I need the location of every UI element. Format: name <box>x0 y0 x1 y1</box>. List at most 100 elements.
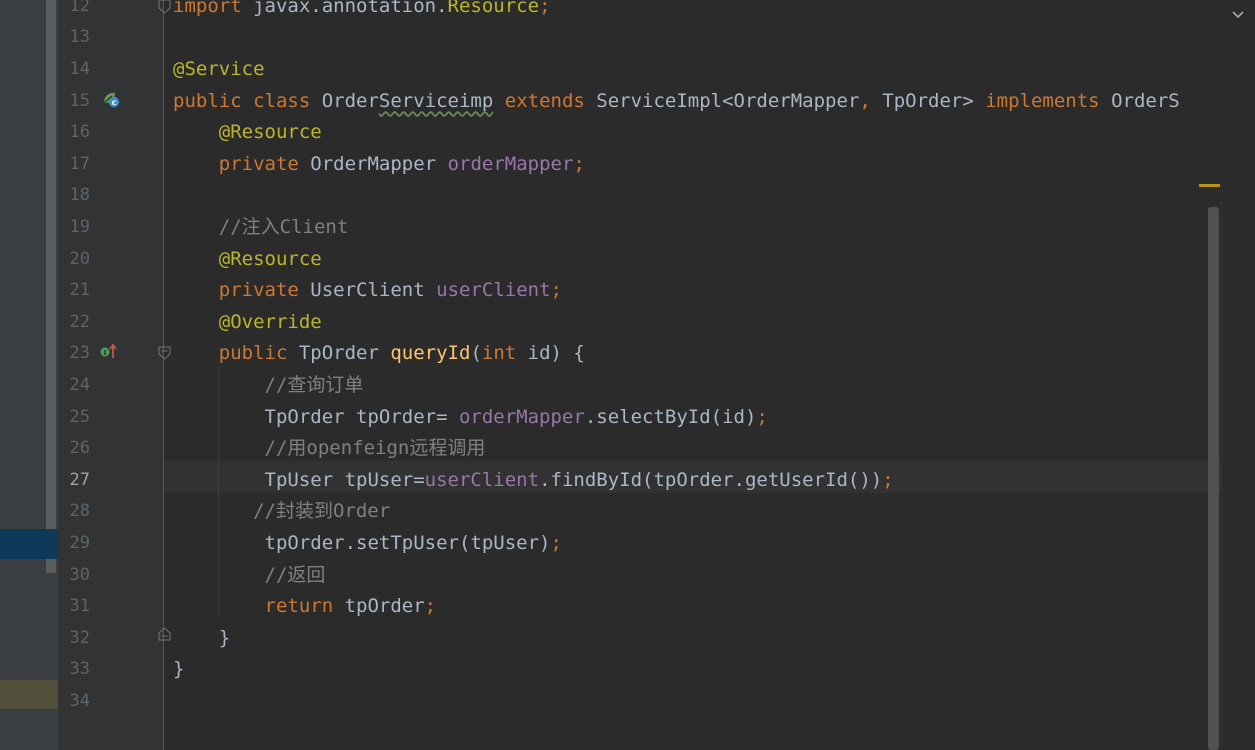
code-line[interactable]: tpOrder.setTpUser(tpUser); <box>173 528 562 560</box>
code-token: public class <box>173 89 322 112</box>
code-line[interactable]: //返回 <box>173 560 326 592</box>
line-number: 21 <box>69 280 90 301</box>
line-number: 26 <box>69 438 90 459</box>
code-line[interactable]: private UserClient userClient; <box>173 275 562 307</box>
code-line[interactable]: //封装到Order <box>173 496 390 528</box>
line-number: 19 <box>69 217 90 237</box>
line-number: 31 <box>69 596 90 617</box>
vertical-scrollbar-thumb[interactable] <box>1208 207 1219 750</box>
code-token: public <box>218 342 299 365</box>
line-number: 33 <box>69 659 90 680</box>
line-number: 15 <box>69 90 90 111</box>
fold-marker-icon[interactable] <box>158 627 171 641</box>
code-token: userClient <box>436 279 551 302</box>
svg-text:I: I <box>104 349 107 357</box>
project-tree-highlighted-row[interactable] <box>0 680 58 709</box>
code-token: ; <box>756 405 768 428</box>
code-line[interactable]: //注入Client <box>173 212 349 244</box>
line-number: 24 <box>69 375 90 395</box>
code-line[interactable]: import javax.annotation.Resource; <box>173 0 551 22</box>
code-token: private <box>218 279 311 302</box>
project-panel-scrollbar[interactable] <box>46 0 56 573</box>
line-number: 27 <box>69 469 90 490</box>
code-token: @Service <box>173 58 265 80</box>
project-tree-selected-row[interactable] <box>0 529 58 559</box>
code-line[interactable]: public class OrderServiceimp extends Ser… <box>173 86 1180 118</box>
fold-marker-icon[interactable] <box>158 0 171 14</box>
code-token: return <box>264 595 345 618</box>
code-token: Order <box>321 89 379 112</box>
code-token: ServiceImpl<OrderMapper <box>596 89 860 112</box>
code-token: Resource <box>447 0 540 17</box>
code-token: , <box>859 89 883 112</box>
line-number: 32 <box>69 627 90 648</box>
code-token: UserClient <box>310 279 437 302</box>
code-token: ; <box>550 532 562 554</box>
code-token: OrderMapper <box>310 152 448 175</box>
line-number: 12 <box>69 0 90 16</box>
override-method-icon[interactable]: I <box>99 341 119 361</box>
fold-marker-icon[interactable] <box>158 346 171 360</box>
code-line[interactable]: } <box>173 623 230 655</box>
code-line[interactable]: //用openfeign远程调用 <box>173 433 486 465</box>
code-line[interactable]: @Resource <box>173 117 322 149</box>
editor-right-strip <box>1221 0 1255 750</box>
warning-stripe-marker[interactable] <box>1199 184 1220 187</box>
code-line[interactable]: return tpOrder; <box>173 591 437 623</box>
line-number: 25 <box>69 406 90 427</box>
code-token: ; <box>550 279 562 302</box>
code-token: } <box>173 658 185 681</box>
line-number: 20 <box>69 248 90 269</box>
code-token: javax.annotation. <box>253 0 448 17</box>
code-line[interactable]: TpUser tpUser=userClient.findById(tpOrde… <box>173 465 894 497</box>
code-token: orderMapper <box>447 152 574 175</box>
code-token: ( <box>470 342 482 365</box>
code-token: extends <box>504 89 597 112</box>
line-number: 22 <box>69 311 90 332</box>
line-number: 34 <box>69 691 90 711</box>
svg-text:c: c <box>112 98 117 107</box>
code-token: queryId <box>390 342 471 365</box>
code-token: ; <box>539 0 551 17</box>
code-line[interactable]: @Service <box>173 54 265 86</box>
code-line[interactable]: } <box>173 654 184 686</box>
spring-bean-icon[interactable]: c <box>100 89 120 109</box>
code-token: @Resource <box>218 121 322 144</box>
line-number: 14 <box>69 59 90 79</box>
code-line[interactable]: @Override <box>173 307 322 339</box>
code-token: .findById(tpOrder.getUserId()) <box>539 468 883 491</box>
line-number: 17 <box>69 153 90 174</box>
line-number: 18 <box>69 185 90 206</box>
code-token: //封装到Order <box>253 500 391 523</box>
code-token: TpOrder tpOrder= <box>264 405 459 428</box>
code-token: ; <box>424 595 437 618</box>
code-token: tpOrder.setTpUser(tpUser) <box>264 532 551 554</box>
code-token: @Override <box>218 310 322 333</box>
code-token: id) { <box>527 342 585 365</box>
code-token: @Resource <box>218 247 322 270</box>
code-token: int <box>481 342 528 365</box>
code-token: //注入Client <box>218 216 349 238</box>
code-line[interactable]: TpOrder tpOrder= orderMapper.selectById(… <box>173 402 768 434</box>
code-line[interactable]: private OrderMapper orderMapper; <box>173 149 585 181</box>
code-line[interactable]: @Resource <box>173 244 322 276</box>
code-token: tpOrder <box>344 595 425 618</box>
code-token: } <box>173 626 231 649</box>
code-token: ; <box>573 152 585 175</box>
code-line[interactable]: public TpOrder queryId(int id) { <box>173 338 585 370</box>
chevron-down-icon[interactable] <box>1228 4 1248 24</box>
indent-guide <box>218 366 219 618</box>
line-number: 13 <box>69 27 90 48</box>
code-token: //返回 <box>264 563 326 586</box>
code-line[interactable]: //查询订单 <box>173 370 364 402</box>
line-number: 30 <box>69 564 90 585</box>
code-token: implements <box>985 89 1112 112</box>
